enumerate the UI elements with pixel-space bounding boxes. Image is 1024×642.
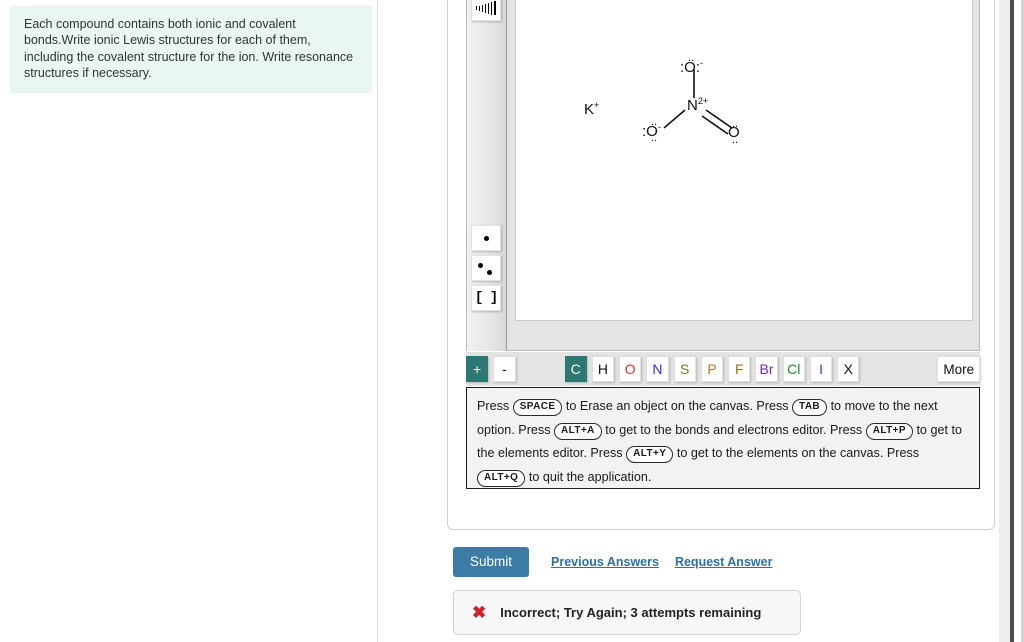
feedback-message: Incorrect; Try Again; 3 attempts remaini… xyxy=(500,605,762,620)
instr-seg-2: to Erase an object on the canvas. Press xyxy=(565,399,789,413)
previous-answers-link[interactable]: Previous Answers xyxy=(551,555,659,569)
element-button-o[interactable]: O xyxy=(619,356,642,382)
brackets-icon: [ ] xyxy=(474,290,498,306)
lone-pair-br-o-below: .. xyxy=(732,134,739,146)
element-toolbar: + - C H O N S P F Br Cl I X More xyxy=(466,352,980,386)
charge-n: 2+ xyxy=(697,96,709,106)
question-prompt: Each compound contains both ionic and co… xyxy=(10,6,372,94)
feedback-banner: ✖ Incorrect; Try Again; 3 attempts remai… xyxy=(453,590,801,635)
two-dots-icon xyxy=(476,261,496,275)
tool-rail: [ ] xyxy=(467,0,507,351)
lewis-structure-drawing: K+ N2+ .. :O:- .. :O- .. .. O .. xyxy=(516,0,972,320)
single-electron-tool[interactable] xyxy=(471,225,501,251)
submit-button[interactable]: Submit xyxy=(453,547,530,577)
instr-seg-6: to get to the elements on the canvas. Pr… xyxy=(676,446,920,460)
key-tab: TAB xyxy=(792,399,828,416)
element-button-br[interactable]: Br xyxy=(755,356,778,382)
canvas-region: [ ] K+ N2+ ..:O:- ..:O- .. .. O .. xyxy=(466,0,980,351)
key-alt-y: ALT+Y xyxy=(626,446,674,463)
page-scrollbar-thumb[interactable] xyxy=(1010,0,1014,642)
instr-seg-1: Press xyxy=(477,399,510,413)
charge-plus-button[interactable]: + xyxy=(466,356,489,382)
element-button-s[interactable]: S xyxy=(673,356,696,382)
bond-lines xyxy=(663,70,733,135)
lone-pair-tool[interactable] xyxy=(471,255,501,281)
atom-nitrogen: N2+ xyxy=(687,96,709,114)
submit-row: Submit Previous Answers Request Answer xyxy=(453,547,772,577)
lewis-structure-editor: [ ] K+ N2+ ..:O:- ..:O- .. .. O .. + -… xyxy=(447,0,995,530)
element-button-x[interactable]: X xyxy=(837,356,860,382)
x-mark-icon: ✖ xyxy=(472,603,487,622)
charge-o-top: - xyxy=(700,58,704,68)
left-panel: Each compound contains both ionic and co… xyxy=(0,0,378,642)
lone-pair-bl-o-below: .. xyxy=(651,132,658,144)
keyboard-instructions: Press SPACE to Erase an object on the ca… xyxy=(466,387,980,489)
element-button-cl[interactable]: Cl xyxy=(782,356,805,382)
charge-k: + xyxy=(594,100,600,110)
instr-seg-7: to quit the application. xyxy=(528,469,652,484)
charge-o-bl: - xyxy=(657,122,661,132)
element-button-n[interactable]: N xyxy=(646,356,669,382)
element-button-f[interactable]: F xyxy=(728,356,751,382)
key-space: SPACE xyxy=(512,399,563,416)
key-alt-p: ALT+P xyxy=(865,422,913,440)
atom-oxygen-top: :O:- xyxy=(680,58,704,76)
hash-icon xyxy=(475,1,497,15)
atom-potassium: K+ xyxy=(584,100,600,118)
drawing-canvas[interactable]: K+ N2+ .. :O:- .. :O- .. .. O .. xyxy=(515,0,973,321)
dot-icon xyxy=(483,235,489,241)
more-elements-button[interactable]: More xyxy=(937,356,980,382)
instr-seg-4: to get to the bonds and electrons editor… xyxy=(605,422,863,437)
element-button-p[interactable]: P xyxy=(700,356,724,382)
element-button-i[interactable]: I xyxy=(809,356,833,382)
element-button-h[interactable]: H xyxy=(591,356,615,382)
key-alt-a: ALT+A xyxy=(554,422,602,440)
right-panel: [ ] K+ N2+ ..:O:- ..:O- .. .. O .. + -… xyxy=(379,0,1024,642)
page-root: Each compound contains both ionic and co… xyxy=(0,0,1024,642)
request-answer-link[interactable]: Request Answer xyxy=(675,555,772,569)
bracket-tool[interactable]: [ ] xyxy=(471,285,501,311)
charge-minus-button[interactable]: - xyxy=(493,356,516,382)
key-alt-q: ALT+Q xyxy=(477,469,526,487)
element-button-c[interactable]: C xyxy=(564,356,587,382)
hash-bond-tool[interactable] xyxy=(471,0,501,21)
